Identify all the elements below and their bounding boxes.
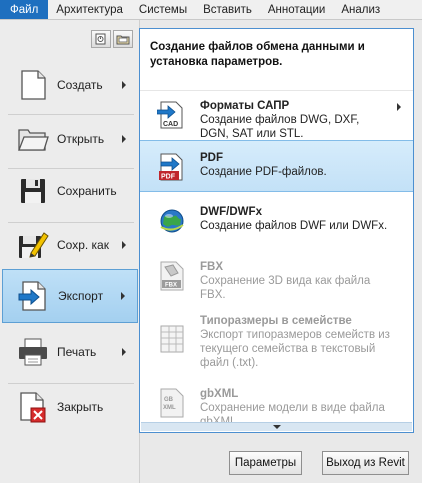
tab-insert[interactable]: Вставить [195, 0, 260, 19]
export-item-dwf[interactable]: DWF/DWFx Создание файлов DWF или DWFx. [140, 197, 413, 249]
close-document-icon [16, 390, 50, 424]
tab-analyze[interactable]: Анализ [333, 0, 388, 19]
export-item-description: Создание файлов DWG, DXF, DGN, SAT или S… [200, 114, 360, 140]
menu-item-label: Сохр. как [57, 238, 109, 252]
export-icon [17, 279, 51, 313]
family-types-icon [157, 324, 187, 354]
new-document-icon [16, 68, 50, 102]
export-item-cad-formats[interactable]: CAD Форматы САПР Создание файлов DWG, DX… [140, 91, 413, 140]
menu-item-label: Печать [57, 345, 97, 359]
options-button[interactable]: Параметры [229, 451, 302, 475]
export-submenu: Создание файлов обмена данными и установ… [139, 28, 414, 433]
submenu-arrow-icon [122, 348, 126, 356]
dwf-globe-icon [157, 206, 187, 236]
menu-item-print[interactable]: Печать [2, 325, 138, 379]
recent-documents-icon [95, 33, 106, 45]
tab-file[interactable]: Файл [0, 0, 49, 19]
open-folder-icon [16, 122, 50, 156]
ribbon-tabs: Файл Архитектура Системы Вставить Аннота… [0, 0, 422, 20]
export-item-gbxml[interactable]: GB XML gbXML Сохранение модели в виде фай… [140, 384, 413, 428]
svg-text:GB: GB [164, 397, 174, 403]
menu-item-new[interactable]: Создать [2, 58, 138, 112]
menu-item-label: Закрыть [57, 400, 104, 414]
chevron-down-icon [272, 425, 281, 429]
svg-text:CAD: CAD [163, 121, 178, 128]
svg-text:PDF: PDF [161, 174, 176, 181]
export-item-description: Создание файлов DWF или DWFx. [200, 220, 388, 232]
svg-text:XML: XML [163, 405, 176, 411]
save-as-icon [16, 228, 50, 262]
submenu-arrow-icon [122, 241, 126, 249]
export-item-description: Создание PDF-файлов. [200, 166, 327, 178]
cad-icon: CAD [157, 100, 187, 130]
export-item-pdf[interactable]: PDF PDF Создание PDF-файлов. [140, 140, 413, 192]
svg-text:FBX: FBX [165, 283, 177, 289]
export-item-fbx[interactable]: FBX FBX Сохранение 3D вида как файла FBX… [140, 255, 413, 307]
gbxml-icon: GB XML [157, 388, 187, 418]
export-item-family-types[interactable]: Типоразмеры в семействе Экспорт типоразм… [140, 311, 413, 373]
export-item-title: Форматы САПР [200, 100, 290, 112]
menu-item-open[interactable]: Открыть [2, 112, 138, 166]
menu-item-label: Экспорт [58, 289, 104, 303]
open-documents-button[interactable] [113, 30, 133, 48]
fbx-icon: FBX [157, 261, 187, 291]
recent-toolbar [91, 30, 133, 48]
export-item-title: FBX [200, 261, 223, 273]
export-item-description: Экспорт типоразмеров семейств из текущег… [200, 329, 390, 369]
submenu-arrow-icon [397, 103, 401, 111]
exit-revit-button[interactable]: Выход из Revit [322, 451, 409, 475]
submenu-arrow-icon [121, 292, 125, 300]
menu-item-close[interactable]: Закрыть [2, 380, 138, 434]
menu-item-label: Создать [57, 78, 103, 92]
submenu-arrow-icon [122, 135, 126, 143]
save-disk-icon [16, 174, 50, 208]
submenu-arrow-icon [122, 81, 126, 89]
tab-systems[interactable]: Системы [131, 0, 195, 19]
application-menu: Создать Открыть Сохранить Сохр. как Эксп… [0, 20, 140, 483]
export-item-title: gbXML [200, 388, 239, 400]
submenu-header: Создание файлов обмена данными и установ… [140, 29, 413, 91]
menu-item-save-as[interactable]: Сохр. как [2, 218, 138, 272]
pdf-icon: PDF [157, 152, 187, 182]
menu-item-save[interactable]: Сохранить [2, 164, 138, 218]
tab-architecture[interactable]: Архитектура [48, 0, 131, 19]
recent-documents-button[interactable] [91, 30, 111, 48]
export-item-title: PDF [200, 152, 223, 164]
export-item-title: Типоразмеры в семействе [200, 315, 352, 327]
scroll-down-button[interactable] [141, 422, 412, 431]
tab-annotate[interactable]: Аннотации [260, 0, 333, 19]
menu-item-label: Открыть [57, 132, 105, 146]
menu-item-export[interactable]: Экспорт [2, 269, 138, 323]
menu-item-label: Сохранить [57, 184, 117, 198]
export-item-title: DWF/DWFx [200, 206, 262, 218]
open-documents-icon [116, 35, 130, 45]
export-item-description: Сохранение 3D вида как файла FBX. [200, 275, 371, 301]
printer-icon [16, 335, 50, 369]
